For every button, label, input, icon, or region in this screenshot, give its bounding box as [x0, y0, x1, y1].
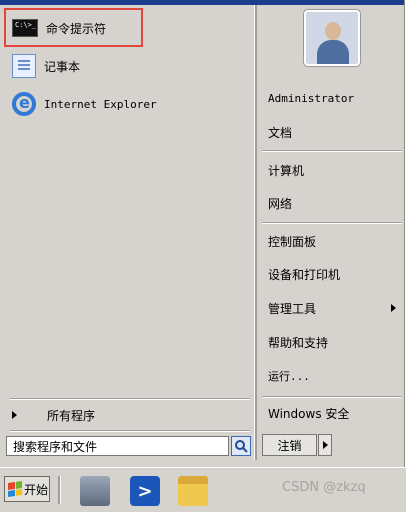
start-button[interactable]: 开始 [4, 476, 50, 502]
logoff-button[interactable]: 注销 [262, 434, 317, 456]
notepad-icon [12, 54, 36, 78]
devices-printers-link[interactable]: 设备和打印机 [268, 259, 400, 289]
taskbar-separator [58, 476, 61, 504]
user-avatar[interactable] [304, 10, 360, 66]
control-panel-link[interactable]: 控制面板 [268, 226, 400, 256]
submenu-arrow-icon [391, 304, 396, 312]
search-placeholder: 搜索程序和文件 [13, 439, 98, 454]
program-item-ie[interactable]: Internet Explorer [6, 87, 166, 121]
admin-tools-link[interactable]: 管理工具 [268, 293, 400, 323]
search-icon [235, 440, 248, 453]
expand-arrow-icon [12, 411, 17, 419]
server-manager-icon[interactable] [80, 476, 110, 506]
run-link[interactable]: 运行... [268, 361, 400, 391]
help-support-link[interactable]: 帮助和支持 [268, 327, 400, 357]
windows-logo-icon [8, 481, 22, 497]
network-link[interactable]: 网络 [268, 188, 400, 218]
divider [10, 430, 250, 432]
computer-link[interactable]: 计算机 [268, 155, 400, 185]
program-item-cmd[interactable]: C:\>_ 命令提示符 [6, 11, 142, 45]
watermark: CSDN @zkzq [282, 480, 366, 495]
pane-divider [254, 5, 257, 460]
explorer-folder-icon[interactable] [178, 476, 208, 506]
program-label: 记事本 [44, 59, 81, 74]
documents-link[interactable]: 文档 [268, 117, 400, 147]
cmd-icon: C:\>_ [12, 19, 38, 37]
all-programs-button[interactable]: 所有程序 [4, 400, 252, 430]
windows-security-link[interactable]: Windows 安全 [268, 398, 400, 428]
user-name-link[interactable]: Administrator [268, 83, 400, 113]
start-menu: C:\>_ 命令提示符 记事本 Internet Explorer 所有程序 搜… [0, 0, 405, 467]
search-input[interactable]: 搜索程序和文件 [6, 436, 229, 456]
ie-icon [12, 92, 36, 116]
divider [262, 222, 402, 224]
taskbar: 开始 > CSDN @zkzq [0, 467, 406, 512]
search-button[interactable] [231, 436, 251, 456]
divider [262, 150, 402, 152]
admin-tools-label: 管理工具 [268, 301, 317, 316]
program-item-notepad[interactable]: 记事本 [6, 49, 142, 83]
all-programs-label: 所有程序 [47, 408, 96, 423]
program-label: 命令提示符 [46, 21, 107, 36]
powershell-icon[interactable]: > [130, 476, 160, 506]
shutdown-options-button[interactable] [318, 434, 332, 456]
program-label: Internet Explorer [44, 97, 157, 111]
start-label: 开始 [24, 482, 49, 497]
